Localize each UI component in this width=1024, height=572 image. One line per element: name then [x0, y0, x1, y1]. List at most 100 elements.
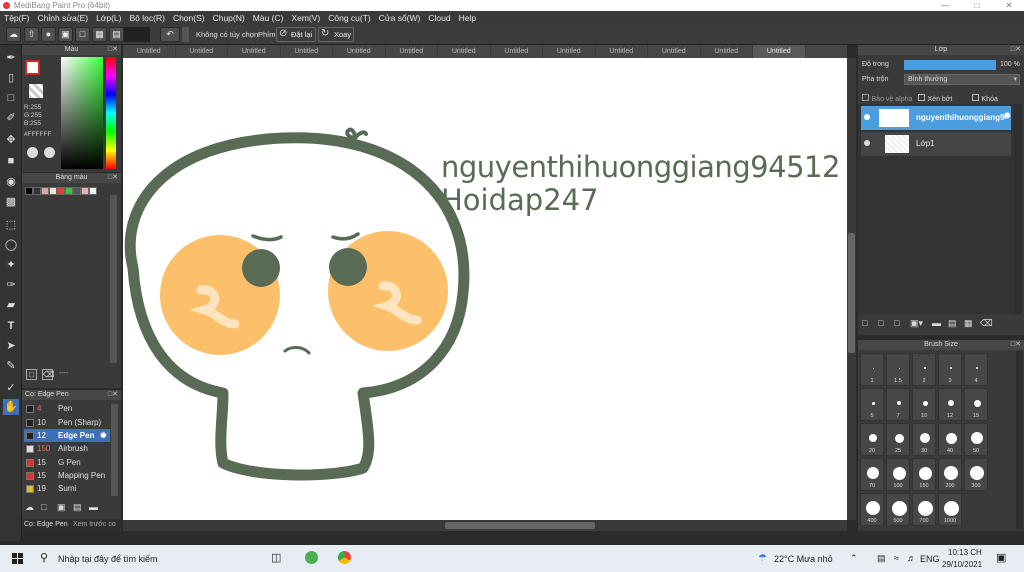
- swatch[interactable]: [33, 187, 41, 195]
- network-icon[interactable]: ▤: [877, 553, 886, 564]
- brush-size-cell[interactable]: 700: [912, 493, 936, 526]
- brush-item[interactable]: 19 Sumi: [24, 482, 110, 495]
- tab-untitled-11[interactable]: Untitled: [648, 45, 701, 58]
- brush-scrollbar[interactable]: [111, 404, 118, 496]
- canvas[interactable]: nguyenthihuonggiang94512 Hoidap247: [123, 58, 847, 520]
- magic-wand-icon[interactable]: ✦: [3, 257, 19, 273]
- weather-text[interactable]: 22°C Mưa nhỏ: [774, 554, 833, 564]
- horizontal-scroll-thumb[interactable]: [445, 522, 595, 529]
- tab-untitled-8[interactable]: Untitled: [491, 45, 543, 58]
- horizontal-scrollbar[interactable]: [123, 520, 847, 531]
- maximize-button[interactable]: □: [962, 0, 992, 11]
- layer-scrollbar[interactable]: [1014, 104, 1022, 314]
- chrome-icon[interactable]: [338, 551, 351, 564]
- tab-untitled-7[interactable]: Untitled: [438, 45, 491, 58]
- brush-size-cell[interactable]: 150: [912, 458, 936, 491]
- swatch[interactable]: [89, 187, 97, 195]
- menu-file[interactable]: Tệp(F): [4, 13, 30, 23]
- swatch[interactable]: [73, 187, 81, 195]
- app-icon-green[interactable]: [305, 551, 318, 564]
- hand-tool-icon[interactable]: ✋: [3, 399, 19, 415]
- canvas-text-line2[interactable]: Hoidap247: [441, 183, 599, 217]
- brush-size-cell[interactable]: 1: [860, 353, 884, 386]
- select-eraser-icon[interactable]: ▰: [3, 297, 19, 313]
- add-swatch-icon[interactable]: □: [26, 369, 37, 380]
- duplicate-brush-icon[interactable]: ▣: [57, 502, 70, 513]
- add-8bit-layer-icon[interactable]: □: [894, 318, 906, 329]
- move-tool-icon[interactable]: ✥: [3, 132, 19, 148]
- color-palette-icon[interactable]: [44, 147, 55, 158]
- grid-icon[interactable]: ▦: [92, 27, 107, 42]
- undo-icon[interactable]: ↶: [160, 27, 180, 42]
- folder-icon[interactable]: ▬: [932, 318, 944, 329]
- panel-menu-icon[interactable]: □✕: [108, 45, 118, 55]
- chevron-up-icon[interactable]: ⌃: [850, 553, 858, 564]
- delete-layer-icon[interactable]: ⌫: [980, 318, 993, 329]
- page-icon[interactable]: □: [75, 27, 90, 42]
- menu-cloud[interactable]: Cloud: [428, 13, 450, 23]
- brush-size-cell[interactable]: 25: [886, 423, 910, 456]
- add-1bit-layer-icon[interactable]: ▣▾: [910, 318, 928, 329]
- brush-size-cell[interactable]: 7: [886, 388, 910, 421]
- edit-brush-icon[interactable]: ▤: [73, 502, 86, 513]
- snap-icon[interactable]: ▤: [109, 27, 124, 42]
- tab-untitled-active[interactable]: Untitled: [753, 45, 806, 58]
- color-wheel-icon[interactable]: [27, 147, 38, 158]
- menu-capture[interactable]: Chụp(N): [213, 13, 245, 23]
- swatch[interactable]: [81, 187, 89, 195]
- text-tool-icon[interactable]: T: [3, 318, 19, 334]
- brush-size-cell[interactable]: 200: [938, 458, 962, 491]
- brush-size-scrollbar[interactable]: [1016, 351, 1023, 529]
- menu-view[interactable]: Xem(V): [291, 13, 320, 23]
- protect-alpha-checkbox[interactable]: Bảo vệ alpha: [862, 93, 912, 103]
- canvas-text-line1[interactable]: nguyenthihuonggiang94512: [441, 150, 840, 184]
- menu-window[interactable]: Cửa sổ(W): [379, 13, 421, 23]
- swatch[interactable]: [25, 187, 33, 195]
- folder-icon[interactable]: ▬: [89, 502, 102, 513]
- brush-tool-icon[interactable]: ✒: [3, 50, 19, 66]
- add-halftone-layer-icon[interactable]: □: [878, 318, 890, 329]
- opacity-slider[interactable]: [904, 60, 996, 70]
- layer-item-selected[interactable]: nguyenthihuonggiang94512 ✹: [861, 106, 1011, 130]
- pen-tool-icon[interactable]: ✐: [3, 110, 19, 126]
- divide-tool-icon[interactable]: ✎: [3, 358, 19, 374]
- volume-icon[interactable]: ♬: [907, 553, 916, 563]
- tab-untitled-5[interactable]: Untitled: [333, 45, 386, 58]
- brush-size-cell[interactable]: 30: [912, 423, 936, 456]
- menu-help[interactable]: Help: [459, 13, 476, 23]
- vertical-scrollbar[interactable]: [847, 58, 856, 520]
- brush-size-cell[interactable]: 20: [860, 423, 884, 456]
- brush-size-cell[interactable]: 400: [860, 493, 884, 526]
- brush-size-cell[interactable]: 1000: [938, 493, 962, 526]
- tab-untitled-4[interactable]: Untitled: [281, 45, 333, 58]
- tab-brush-preview[interactable]: Xem trước co: [73, 521, 116, 528]
- brush-size-cell[interactable]: 15: [964, 388, 988, 421]
- fill-tool-icon[interactable]: ■: [3, 153, 19, 169]
- tab-untitled-12[interactable]: Untitled: [701, 45, 753, 58]
- tab-untitled-10[interactable]: Untitled: [596, 45, 648, 58]
- notification-icon[interactable]: ▣: [996, 551, 1006, 564]
- clock-time[interactable]: 10:13 CH: [948, 548, 982, 557]
- duplicate-layer-icon[interactable]: ▤: [948, 318, 960, 329]
- windows-start-icon[interactable]: [12, 553, 23, 564]
- panel-menu-icon[interactable]: □✕: [1011, 340, 1021, 350]
- panel-menu-icon[interactable]: □✕: [108, 173, 118, 183]
- delete-swatch-icon[interactable]: ⌫: [42, 369, 54, 380]
- background-color[interactable]: [29, 84, 43, 98]
- menu-filter[interactable]: Bộ lọc(R): [130, 13, 165, 23]
- panel-menu-icon[interactable]: □✕: [1011, 45, 1021, 55]
- brush-item[interactable]: 15 G Pen: [24, 456, 110, 469]
- merge-layer-icon[interactable]: ▦: [964, 318, 976, 329]
- swatch[interactable]: [41, 187, 49, 195]
- reset-button[interactable]: ⊘ Đặt lại: [276, 27, 316, 42]
- brush-settings-icon[interactable]: ☁: [25, 502, 38, 513]
- brush-size-cell[interactable]: 100: [886, 458, 910, 491]
- swatch[interactable]: [65, 187, 73, 195]
- bucket-tool-icon[interactable]: ◉: [3, 174, 19, 190]
- cloud-icon[interactable]: ☁: [6, 27, 21, 42]
- clock-date[interactable]: 29/10/2021: [942, 560, 982, 569]
- brush-size-cell[interactable]: 300: [964, 458, 988, 491]
- select-pen-icon[interactable]: ✑: [3, 277, 19, 293]
- language-indicator[interactable]: ENG: [920, 554, 940, 564]
- vertical-scroll-thumb[interactable]: [848, 233, 855, 353]
